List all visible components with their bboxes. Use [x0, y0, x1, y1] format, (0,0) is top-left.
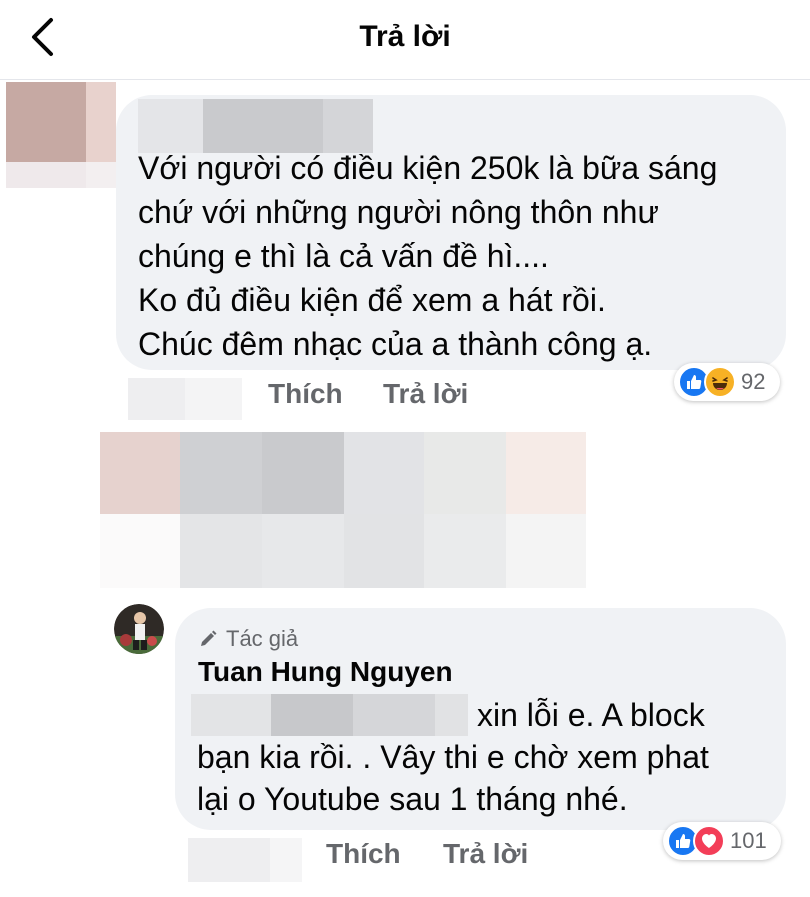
reply-text-line: xin lỗi e. A block: [477, 697, 705, 733]
author-badge-label: Tác giả: [226, 626, 299, 651]
reaction-summary[interactable]: 92: [674, 363, 780, 401]
hidden-reply-blurred: [100, 432, 586, 588]
reply-text-line: bạn kia rồi. . Vây thi e chờ xem phat: [197, 739, 709, 775]
reaction-count: 92: [741, 369, 766, 394]
author-avatar[interactable]: [114, 604, 164, 654]
author-name[interactable]: Tuan Hung Nguyen: [198, 656, 453, 688]
reply-button[interactable]: Trả lời: [443, 838, 528, 870]
reply-button[interactable]: Trả lời: [383, 378, 468, 410]
timestamp-blurred: [188, 838, 302, 882]
top-bar: Trả lời: [0, 0, 810, 80]
comment-text-line: Ko đủ điều kiện để xem a hát rồi.: [138, 282, 606, 318]
pencil-icon: [201, 630, 217, 646]
commenter-avatar-blurred[interactable]: [6, 82, 116, 188]
commenter-name-blurred[interactable]: [138, 99, 373, 153]
reaction-summary[interactable]: 101: [663, 822, 781, 860]
mention-blurred[interactable]: [191, 694, 468, 736]
like-button[interactable]: Thích: [326, 838, 401, 870]
comment-text-line: Với người có điều kiện 250k là bữa sáng: [138, 150, 718, 186]
love-icon: [693, 825, 725, 857]
like-button[interactable]: Thích: [268, 378, 343, 410]
comment-text-line: Chúc đêm nhạc của a thành công ạ.: [138, 326, 653, 362]
author-badge: Tác giả: [198, 626, 298, 652]
reply-text-line: lại o Youtube sau 1 tháng nhé.: [197, 781, 628, 817]
comment-text-line: chúng e thì là cả vấn đề hì....: [138, 238, 549, 274]
haha-icon: [704, 366, 736, 398]
reaction-count: 101: [730, 828, 767, 853]
page-title: Trả lời: [359, 20, 451, 53]
comment-bubble: Với người có điều kiện 250k là bữa sáng …: [116, 95, 786, 370]
timestamp-blurred: [128, 378, 242, 420]
comment-text-line: chứ với những người nông thôn như: [138, 194, 659, 230]
author-reply-bubble: Tác giả Tuan Hung Nguyen xin lỗi e. A bl…: [175, 608, 786, 830]
